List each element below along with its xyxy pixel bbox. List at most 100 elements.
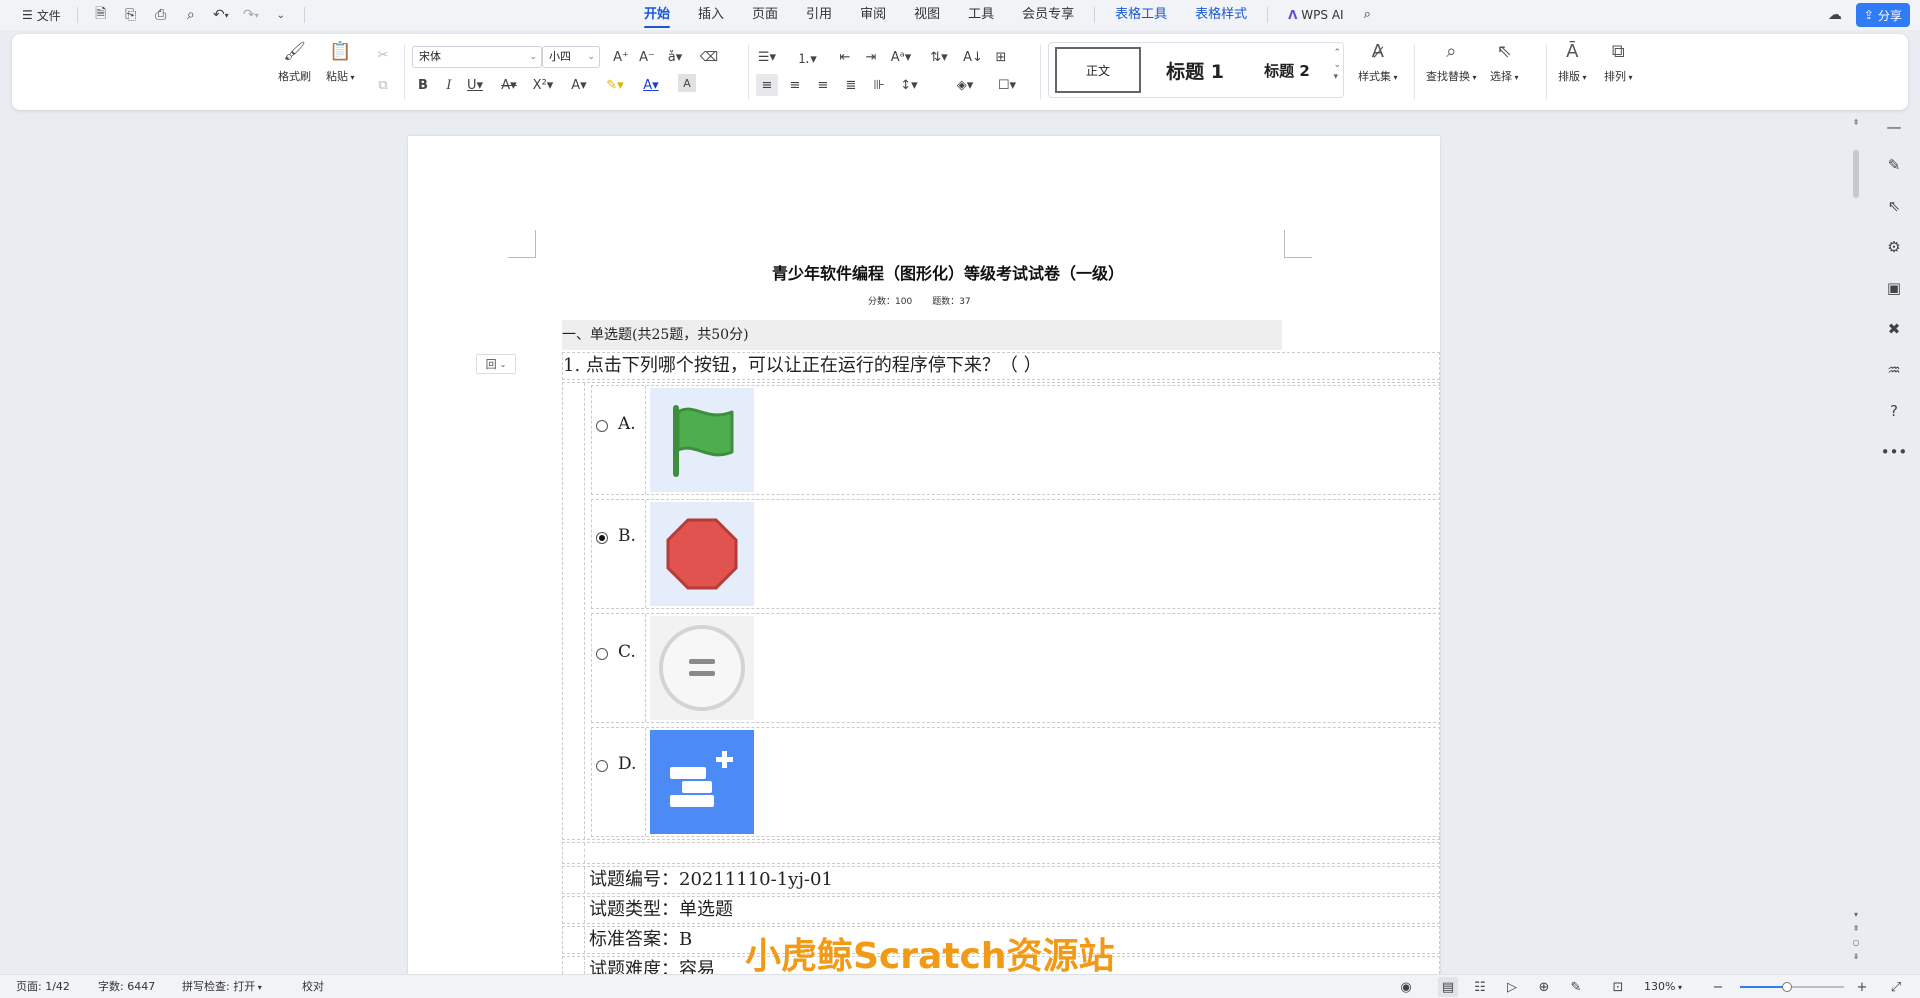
print-icon[interactable]: ⎙ <box>148 3 174 27</box>
write-mode-icon[interactable]: ✎ <box>1566 977 1586 997</box>
proofread-button[interactable]: 校对 <box>302 975 324 998</box>
cloud-sync-icon[interactable]: ☁ <box>1822 3 1848 27</box>
option-row-b[interactable]: B. <box>591 499 1440 609</box>
clear-format-icon[interactable]: ⌫ <box>698 46 720 68</box>
shrink-font-icon[interactable]: A⁻ <box>636 46 658 68</box>
arrange-button[interactable]: ⧉ 排列 ▾ <box>1604 38 1633 84</box>
option-radio-d[interactable] <box>596 760 608 772</box>
distributed-icon[interactable]: ⊪ <box>868 74 890 96</box>
more-icon[interactable]: ••• <box>1879 437 1909 467</box>
style-heading-1[interactable]: 标题 1 <box>1153 47 1237 93</box>
image-edit-icon[interactable]: ▣ <box>1879 273 1909 303</box>
option-radio-b[interactable] <box>596 532 608 544</box>
word-count[interactable]: 字数: 6447 <box>98 975 155 998</box>
tab-table-style[interactable]: 表格样式 <box>1181 0 1261 30</box>
font-color-icon[interactable]: A▾ <box>640 74 662 96</box>
decrease-indent-icon[interactable]: ⇤ <box>834 46 856 68</box>
grow-font-icon[interactable]: A⁺ <box>610 46 632 68</box>
page-counter[interactable]: 页面: 1/42 <box>16 975 70 998</box>
tab-table-tools[interactable]: 表格工具 <box>1101 0 1181 30</box>
bold-icon[interactable]: B <box>412 74 434 96</box>
align-right-icon[interactable]: ≡ <box>812 74 834 96</box>
numbered-list-icon[interactable]: ⒈▾ <box>796 46 818 68</box>
tab-references[interactable]: 引用 <box>792 0 846 30</box>
help-icon[interactable]: ? <box>1879 396 1909 426</box>
fullscreen-icon[interactable]: ⤢ <box>1886 977 1906 997</box>
highlight-icon[interactable]: ✎▾ <box>604 74 626 96</box>
adjust-sliders-icon[interactable]: ⚙ <box>1879 232 1909 262</box>
option-radio-a[interactable] <box>596 420 608 432</box>
tab-home[interactable]: 开始 <box>630 0 684 30</box>
eye-protection-icon[interactable]: ◉ <box>1396 977 1416 997</box>
customize-toolbar-icon[interactable]: ⌄ <box>268 3 294 27</box>
align-left-icon[interactable]: ≡ <box>756 74 778 96</box>
wps-ai-button[interactable]: Ʌ WPS AI <box>1274 0 1357 30</box>
italic-icon[interactable]: I <box>438 74 460 96</box>
fit-page-icon[interactable]: ⊡ <box>1608 977 1628 997</box>
web-view-icon[interactable]: ⊕ <box>1534 977 1554 997</box>
tab-page[interactable]: 页面 <box>738 0 792 30</box>
show-marks-icon[interactable]: ⊞ <box>990 46 1012 68</box>
bullet-list-icon[interactable]: ☰▾ <box>756 46 778 68</box>
increase-indent-icon[interactable]: ⇥ <box>860 46 882 68</box>
zoom-in-icon[interactable]: + <box>1852 977 1872 997</box>
option-radio-c[interactable] <box>596 648 608 660</box>
scrollbar-thumb[interactable] <box>1853 150 1859 198</box>
export-pdf-icon[interactable]: ⎘ <box>118 3 144 27</box>
spellcheck-toggle[interactable]: 拼写检查: 打开 ▾ <box>182 975 262 998</box>
undo-icon[interactable]: ↶ ▾ <box>208 3 234 27</box>
char-shading-icon[interactable]: A <box>678 74 696 92</box>
zoom-slider-knob[interactable] <box>1781 982 1792 992</box>
asian-layout-icon[interactable]: A↓ <box>962 46 984 68</box>
next-page-icon[interactable]: ⇟ <box>1850 952 1862 961</box>
sort-icon[interactable]: ⇅▾ <box>928 46 950 68</box>
tools-icon[interactable]: ✖ <box>1879 314 1909 344</box>
text-effect-icon[interactable]: A▾ <box>568 74 590 96</box>
save-icon[interactable]: 🗎 <box>88 3 114 27</box>
scroll-down-icon[interactable]: ▾ <box>1850 910 1862 919</box>
styles-scroll-icon[interactable]: ⌃ ⌄ ▾ <box>1333 47 1341 83</box>
page-view-icon[interactable]: ▤ <box>1438 977 1458 997</box>
tab-view[interactable]: 视图 <box>900 0 954 30</box>
cut-icon[interactable]: ✂ <box>372 44 394 66</box>
search-button[interactable]: ⌕ <box>1358 0 1377 30</box>
underline-icon[interactable]: U▾ <box>464 74 486 96</box>
redo-icon[interactable]: ↷ ▾ <box>238 3 264 27</box>
justify-icon[interactable]: ≣ <box>840 74 862 96</box>
tab-member[interactable]: 会员专享 <box>1008 0 1088 30</box>
paste-button[interactable]: 📋 粘贴 ▾ <box>326 38 355 84</box>
share-button[interactable]: ⇪ 分享 <box>1855 3 1910 27</box>
vertical-scrollbar[interactable]: ⇞ ▾ ⇞ ○ ⇟ <box>1850 118 1862 968</box>
font-name-select[interactable]: 宋体 ⌄ <box>412 46 542 68</box>
zoom-slider[interactable] <box>1740 982 1844 992</box>
select-cursor-icon[interactable]: ⇖ <box>1879 191 1909 221</box>
style-set-button[interactable]: A̷ 样式集 ▾ <box>1358 38 1398 84</box>
text-direction-icon[interactable]: Aᵃ▾ <box>890 46 912 68</box>
style-heading-2[interactable]: 标题 2 <box>1245 47 1329 93</box>
option-row-c[interactable]: C. <box>591 613 1440 723</box>
tab-tools[interactable]: 工具 <box>954 0 1008 30</box>
zoom-level[interactable]: 130% ▾ <box>1644 975 1682 998</box>
font-size-select[interactable]: 小四 ⌄ <box>542 46 600 68</box>
phonetic-guide-icon[interactable]: ǎ▾ <box>664 46 686 68</box>
line-spacing-icon[interactable]: ↕▾ <box>898 74 920 96</box>
strikethrough-icon[interactable]: A▾ <box>498 74 520 96</box>
superscript-icon[interactable]: X²▾ <box>532 74 554 96</box>
edit-pen-icon[interactable]: ✎ <box>1879 150 1909 180</box>
borders-icon[interactable]: ☐▾ <box>996 74 1018 96</box>
align-center-icon[interactable]: ≡ <box>784 74 806 96</box>
copy-icon[interactable]: ⧉ <box>372 74 394 96</box>
option-row-a[interactable]: A. <box>591 385 1440 495</box>
collapse-icon[interactable]: — <box>1879 112 1909 142</box>
tab-review[interactable]: 审阅 <box>846 0 900 30</box>
play-icon[interactable]: ▷ <box>1502 977 1522 997</box>
format-painter-button[interactable]: 🖌 格式刷 <box>278 38 311 84</box>
shirt-theme-icon[interactable]: ♒ <box>1879 355 1909 385</box>
zoom-out-icon[interactable]: − <box>1708 977 1728 997</box>
outline-view-icon[interactable]: ☷ <box>1470 977 1490 997</box>
table-handle[interactable]: 回 ⌄ <box>476 354 516 374</box>
option-row-d[interactable]: D. <box>591 727 1440 837</box>
print-preview-icon[interactable]: ⌕ <box>178 3 204 27</box>
find-replace-button[interactable]: ⌕ 查找替换 ▾ <box>1426 38 1477 84</box>
style-normal[interactable]: 正文 <box>1055 47 1141 93</box>
